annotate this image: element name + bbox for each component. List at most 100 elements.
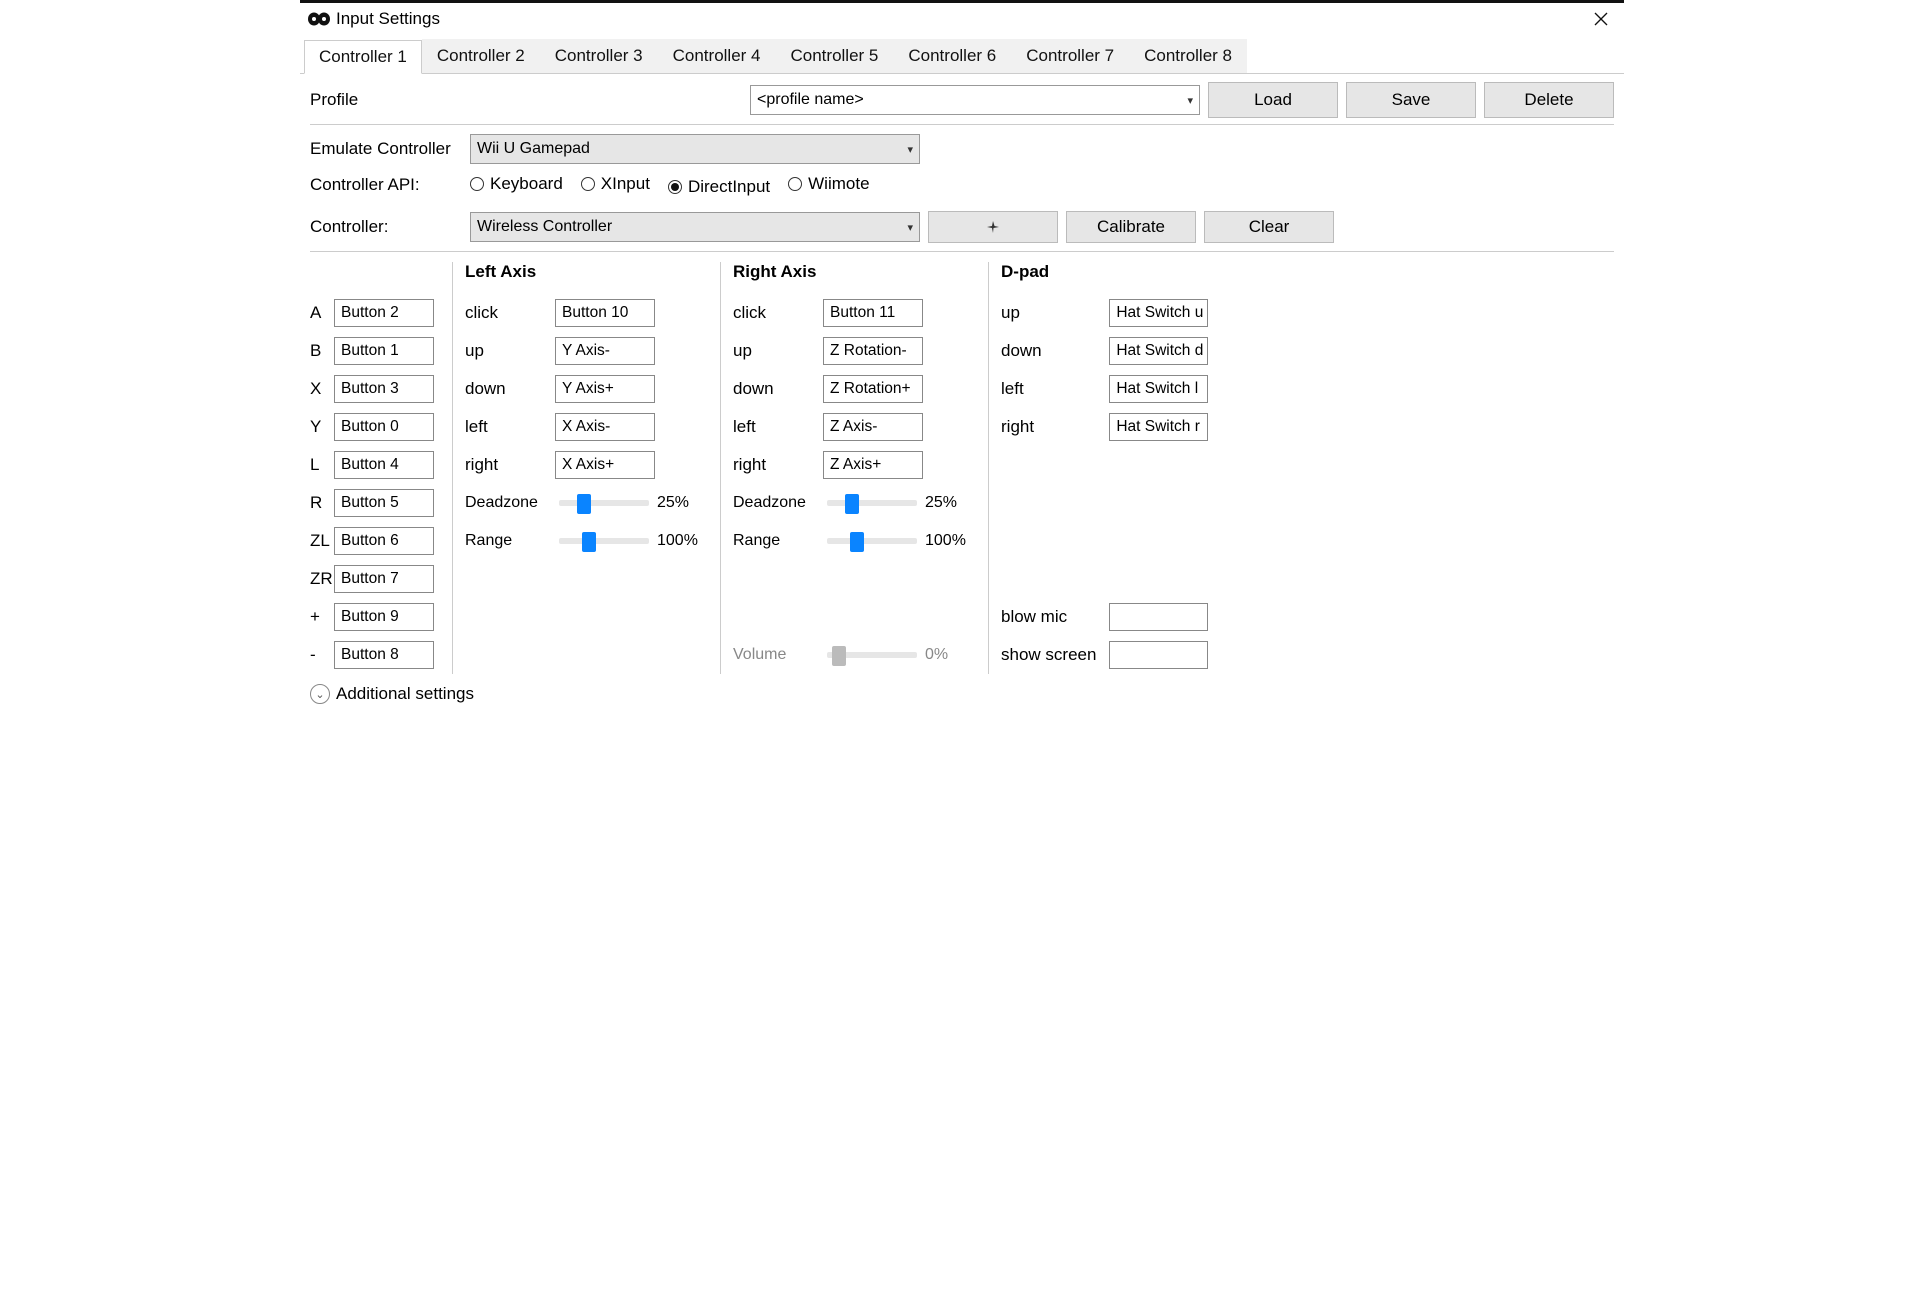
extra-binding-show-screen[interactable] bbox=[1109, 641, 1208, 669]
right-axis-label: down bbox=[733, 379, 823, 399]
right-axis-label: up bbox=[733, 341, 823, 361]
button-row-b: BButton 1 bbox=[310, 332, 442, 370]
api-radio-wiimote[interactable]: Wiimote bbox=[788, 174, 869, 194]
controller-value: Wireless Controller bbox=[477, 218, 612, 236]
left-axis-binding-down[interactable]: Y Axis+ bbox=[555, 375, 655, 403]
volume-label: Volume bbox=[733, 646, 819, 664]
right-range-slider[interactable] bbox=[827, 538, 917, 544]
left-range-label: Range bbox=[465, 532, 551, 550]
left-deadzone-slider[interactable] bbox=[559, 500, 649, 506]
load-button[interactable]: Load bbox=[1208, 82, 1338, 118]
left-deadzone-value: 25% bbox=[657, 494, 703, 512]
right-axis-binding-up[interactable]: Z Rotation- bbox=[823, 337, 923, 365]
api-radios: Keyboard XInput DirectInput Wiimote bbox=[470, 174, 888, 197]
dpad-binding-down[interactable]: Hat Switch d bbox=[1109, 337, 1208, 365]
api-label: Controller API: bbox=[310, 175, 470, 195]
dpad-label: right bbox=[1001, 417, 1109, 437]
tab-controller-5[interactable]: Controller 5 bbox=[776, 39, 894, 73]
left-range-row: Range100% bbox=[465, 522, 710, 560]
save-button[interactable]: Save bbox=[1346, 82, 1476, 118]
button-label: B bbox=[310, 341, 334, 361]
button-binding-a[interactable]: Button 2 bbox=[334, 299, 434, 327]
tab-controller-6[interactable]: Controller 6 bbox=[893, 39, 1011, 73]
tab-controller-1[interactable]: Controller 1 bbox=[304, 40, 422, 74]
compass-button[interactable] bbox=[928, 211, 1058, 243]
extra-row-show-screen: show screen bbox=[1001, 636, 1208, 674]
button-binding-zr[interactable]: Button 7 bbox=[334, 565, 434, 593]
controller-combo[interactable]: Wireless Controller ▾ bbox=[470, 212, 920, 242]
right-axis-binding-right[interactable]: Z Axis+ bbox=[823, 451, 923, 479]
controller-label: Controller: bbox=[310, 217, 470, 237]
right-axis-binding-down[interactable]: Z Rotation+ bbox=[823, 375, 923, 403]
calibrate-button[interactable]: Calibrate bbox=[1066, 211, 1196, 243]
tab-controller-7[interactable]: Controller 7 bbox=[1011, 39, 1129, 73]
gamepad-icon bbox=[308, 8, 330, 30]
volume-slider[interactable] bbox=[827, 652, 917, 658]
button-binding-x[interactable]: Button 3 bbox=[334, 375, 434, 403]
extra-label: blow mic bbox=[1001, 607, 1109, 627]
button-row-y: YButton 0 bbox=[310, 408, 442, 446]
left-axis-binding-click[interactable]: Button 10 bbox=[555, 299, 655, 327]
dpad-binding-up[interactable]: Hat Switch u bbox=[1109, 299, 1208, 327]
left-axis-label: left bbox=[465, 417, 555, 437]
tab-controller-3[interactable]: Controller 3 bbox=[540, 39, 658, 73]
emulate-row: Emulate Controller Wii U Gamepad ▾ bbox=[310, 131, 1614, 167]
button-row-x: XButton 3 bbox=[310, 370, 442, 408]
button-binding-b[interactable]: Button 1 bbox=[334, 337, 434, 365]
profile-combo[interactable]: <profile name> ▾ bbox=[750, 85, 1200, 115]
left-axis-row-left: leftX Axis- bbox=[465, 408, 710, 446]
right-axis-label: left bbox=[733, 417, 823, 437]
api-row: Controller API: Keyboard XInput DirectInpu… bbox=[310, 167, 1614, 203]
profile-row: Profile <profile name> ▾ Load Save Delet… bbox=[310, 82, 1614, 118]
api-radio-xinput[interactable]: XInput bbox=[581, 174, 650, 194]
button-label: ZL bbox=[310, 531, 334, 551]
right-axis-binding-click[interactable]: Button 11 bbox=[823, 299, 923, 327]
tab-controller-2[interactable]: Controller 2 bbox=[422, 39, 540, 73]
left-axis-row-right: rightX Axis+ bbox=[465, 446, 710, 484]
right-range-value: 100% bbox=[925, 532, 971, 550]
left-axis-binding-right[interactable]: X Axis+ bbox=[555, 451, 655, 479]
tab-controller-8[interactable]: Controller 8 bbox=[1129, 39, 1247, 73]
content: Profile <profile name> ▾ Load Save Delet… bbox=[300, 74, 1624, 712]
button-binding-+[interactable]: Button 9 bbox=[334, 603, 434, 631]
api-radio-keyboard[interactable]: Keyboard bbox=[470, 174, 563, 194]
additional-label: Additional settings bbox=[336, 684, 474, 704]
left-axis-label: click bbox=[465, 303, 555, 323]
left-range-slider[interactable] bbox=[559, 538, 649, 544]
additional-settings-toggle[interactable]: ⌄ Additional settings bbox=[310, 684, 1614, 704]
close-icon[interactable] bbox=[1586, 4, 1616, 34]
button-label: A bbox=[310, 303, 334, 323]
delete-button[interactable]: Delete bbox=[1484, 82, 1614, 118]
button-label: + bbox=[310, 607, 334, 627]
left-axis-binding-up[interactable]: Y Axis- bbox=[555, 337, 655, 365]
chevron-down-icon: ▾ bbox=[907, 143, 913, 156]
dpad-binding-right[interactable]: Hat Switch r bbox=[1109, 413, 1208, 441]
right-axis-binding-left[interactable]: Z Axis- bbox=[823, 413, 923, 441]
button-binding-l[interactable]: Button 4 bbox=[334, 451, 434, 479]
dpad-binding-left[interactable]: Hat Switch l bbox=[1109, 375, 1208, 403]
button-binding-zl[interactable]: Button 6 bbox=[334, 527, 434, 555]
left-deadzone-label: Deadzone bbox=[465, 494, 551, 512]
tab-controller-4[interactable]: Controller 4 bbox=[658, 39, 776, 73]
left-axis-binding-left[interactable]: X Axis- bbox=[555, 413, 655, 441]
controller-row: Controller: Wireless Controller ▾ Calibr… bbox=[310, 209, 1614, 245]
dpad-label: up bbox=[1001, 303, 1109, 323]
left-axis-label: down bbox=[465, 379, 555, 399]
dpad-label: down bbox=[1001, 341, 1109, 361]
radio-icon bbox=[470, 177, 484, 191]
right-deadzone-slider[interactable] bbox=[827, 500, 917, 506]
emulate-combo[interactable]: Wii U Gamepad ▾ bbox=[470, 134, 920, 164]
right-axis-row-right: rightZ Axis+ bbox=[733, 446, 978, 484]
button-binding-y[interactable]: Button 0 bbox=[334, 413, 434, 441]
right-axis-row-left: leftZ Axis- bbox=[733, 408, 978, 446]
left-axis-label: right bbox=[465, 455, 555, 475]
api-radio-directinput[interactable]: DirectInput bbox=[668, 177, 770, 197]
bindings-sections: AButton 2BButton 1XButton 3YButton 0LBut… bbox=[310, 262, 1614, 674]
button-row-zr: ZRButton 7 bbox=[310, 560, 442, 598]
button-binding-r[interactable]: Button 5 bbox=[334, 489, 434, 517]
button-label: L bbox=[310, 455, 334, 475]
extra-binding-blow-mic[interactable] bbox=[1109, 603, 1208, 631]
right-axis-row-down: downZ Rotation+ bbox=[733, 370, 978, 408]
clear-button[interactable]: Clear bbox=[1204, 211, 1334, 243]
button-binding--[interactable]: Button 8 bbox=[334, 641, 434, 669]
